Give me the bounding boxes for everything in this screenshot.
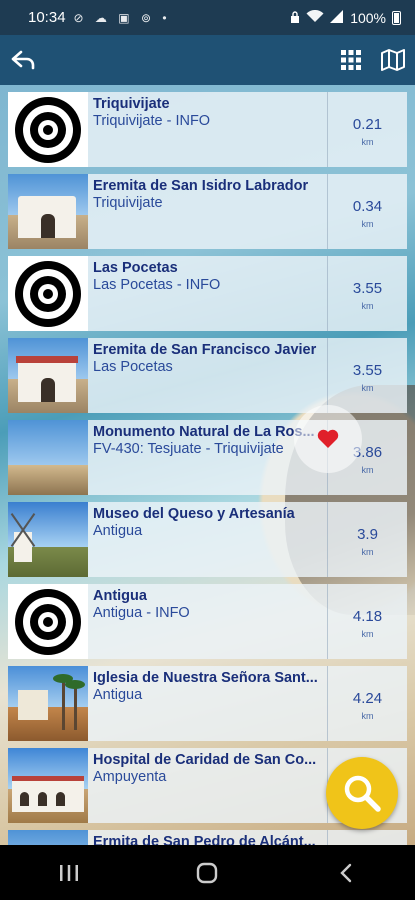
item-info: Las Pocetas Las Pocetas - INFO: [88, 256, 327, 331]
distance-value: 0.21: [352, 116, 383, 133]
item-title: Antigua: [93, 588, 147, 604]
item-subtitle: Antigua - INFO: [93, 605, 190, 621]
target-thumbnail: [8, 256, 88, 331]
list-item[interactable]: Eremita de San Francisco Javier Las Pocet…: [8, 338, 407, 413]
status-time: 10:34: [28, 9, 66, 26]
item-distance: 0.34 km: [327, 174, 407, 249]
target-icon: [15, 96, 81, 163]
item-title: Iglesia de Nuestra Señora Sant...: [93, 670, 318, 686]
list-item[interactable]: Triquivijate Triquivijate - INFO 0.21 km: [8, 92, 407, 167]
item-title: Museo del Queso y Artesanía: [93, 506, 295, 522]
item-title: Eremita de San Isidro Labrador: [93, 178, 309, 194]
place-photo: [8, 830, 88, 845]
item-info: Museo del Queso y Artesanía Antigua: [88, 502, 327, 577]
item-info: Ermita de San Pedro de Alcánt...: [88, 830, 327, 845]
target-icon: [15, 588, 81, 655]
distance-value: 3.9: [357, 526, 378, 543]
item-title: Eremita de San Francisco Javier: [93, 342, 317, 358]
system-nav-bar: [0, 845, 415, 900]
distance-value: 3.55: [352, 280, 383, 297]
item-subtitle: Antigua: [93, 687, 143, 703]
place-photo: [8, 420, 88, 495]
distance-unit: km: [361, 301, 374, 311]
target-thumbnail: [8, 92, 88, 167]
distance-value: 4.18: [352, 608, 383, 625]
item-info: Hospital de Caridad de San Co... Ampuyent…: [88, 748, 327, 823]
lock-icon: [290, 10, 300, 26]
list-item[interactable]: Antigua Antigua - INFO 4.18 km: [8, 584, 407, 659]
item-title: Las Pocetas: [93, 260, 178, 276]
item-info: Antigua Antigua - INFO: [88, 584, 327, 659]
place-photo: [8, 666, 88, 741]
item-title: Triquivijate: [93, 96, 170, 112]
target-thumbnail: [8, 584, 88, 659]
list-item[interactable]: Eremita de San Isidro Labrador Triquivija…: [8, 174, 407, 249]
item-subtitle: Triquivijate: [93, 195, 163, 211]
toolbar-actions: [339, 48, 405, 72]
distance-unit: km: [361, 629, 374, 639]
home-icon[interactable]: [187, 853, 227, 893]
item-subtitle: Las Pocetas: [93, 359, 173, 375]
status-bar: 10:34 ⊘ ☁ ▣ ⊚ • 100%: [0, 0, 415, 35]
status-right: 100%: [290, 9, 401, 26]
item-title: Ermita de San Pedro de Alcánt...: [93, 834, 316, 845]
distance-unit: km: [361, 219, 374, 229]
wifi-icon: [306, 9, 324, 26]
item-title: Monumento Natural de La Ros...: [93, 424, 315, 440]
distance-unit: km: [361, 383, 374, 393]
item-info: Monumento Natural de La Ros... FV-430: Te…: [88, 420, 327, 495]
distance-unit: km: [361, 547, 374, 557]
item-subtitle: FV-430: Tesjuate - Triquivijate: [93, 441, 284, 457]
app-toolbar: [0, 35, 415, 85]
notification-icons: ⊘ ☁ ▣ ⊚ •: [73, 10, 171, 25]
battery-icon: [392, 10, 401, 25]
list-item[interactable]: Ermita de San Pedro de Alcánt...: [8, 830, 407, 845]
place-photo: [8, 174, 88, 249]
search-fab-button[interactable]: [326, 757, 398, 829]
place-photo: [8, 748, 88, 823]
back-arrow-icon[interactable]: [10, 47, 36, 73]
place-photo: [8, 502, 88, 577]
item-subtitle: Triquivijate - INFO: [93, 113, 211, 129]
item-distance: 3.9 km: [327, 502, 407, 577]
search-icon: [344, 775, 381, 812]
target-icon: [15, 260, 81, 327]
distance-value: 4.24: [352, 690, 383, 707]
item-info: Eremita de San Francisco Javier Las Pocet…: [88, 338, 327, 413]
item-info: Eremita de San Isidro Labrador Triquivija…: [88, 174, 327, 249]
item-title: Hospital de Caridad de San Co...: [93, 752, 317, 768]
places-list[interactable]: Triquivijate Triquivijate - INFO 0.21 km Ere…: [0, 85, 415, 845]
list-item[interactable]: Museo del Queso y Artesanía Antigua 3.9 km: [8, 502, 407, 577]
distance-unit: km: [361, 465, 374, 475]
map-icon[interactable]: [381, 48, 405, 72]
item-subtitle: Ampuyenta: [93, 769, 167, 785]
item-info: Iglesia de Nuestra Señora Sant... Antigua: [88, 666, 327, 741]
distance-value: 3.55: [352, 362, 383, 379]
item-distance: [327, 830, 407, 845]
signal-icon: [330, 9, 344, 26]
distance-unit: km: [361, 711, 374, 721]
item-distance: 3.55 km: [327, 256, 407, 331]
item-info: Triquivijate Triquivijate - INFO: [88, 92, 327, 167]
item-subtitle: Las Pocetas - INFO: [93, 277, 221, 293]
heart-icon: [317, 429, 339, 448]
item-distance: 4.24 km: [327, 666, 407, 741]
grid-icon[interactable]: [339, 48, 363, 72]
distance-unit: km: [361, 137, 374, 147]
list-item[interactable]: Iglesia de Nuestra Señora Sant... Antigua…: [8, 666, 407, 741]
item-distance: 0.21 km: [327, 92, 407, 167]
favorite-indicator[interactable]: [294, 405, 362, 473]
list-item[interactable]: Las Pocetas Las Pocetas - INFO 3.55 km: [8, 256, 407, 331]
distance-value: 0.34: [352, 198, 383, 215]
recent-apps-icon[interactable]: [49, 853, 89, 893]
nav-back-icon[interactable]: [326, 853, 366, 893]
battery-percent: 100%: [350, 9, 386, 26]
item-subtitle: Antigua: [93, 523, 143, 539]
place-photo: [8, 338, 88, 413]
item-distance: 4.18 km: [327, 584, 407, 659]
item-distance: 3.55 km: [327, 338, 407, 413]
